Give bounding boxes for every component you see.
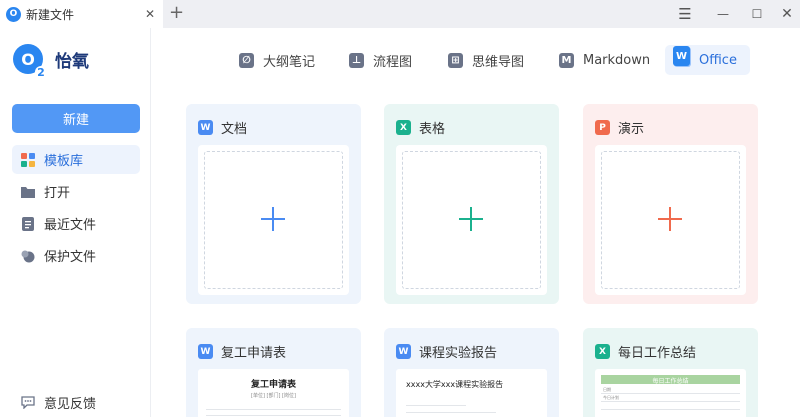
new-slides-card[interactable]: P 演示: [583, 104, 758, 304]
document-tab[interactable]: O 新建文件 ✕: [0, 0, 163, 28]
flowchart-icon: ⊥: [349, 52, 364, 68]
card-label: 表格: [419, 122, 446, 137]
tab-outline-note[interactable]: ∅ 大纲笔记: [231, 45, 323, 75]
mindmap-icon: ⊞: [448, 52, 463, 68]
feedback-label: 意见反馈: [44, 396, 97, 412]
sidebar-item-label: 打开: [44, 186, 71, 201]
minimize-icon[interactable]: —: [714, 5, 732, 23]
sidebar-item-recent[interactable]: 最近文件: [12, 209, 140, 238]
sidebar-item-label: 保护文件: [44, 250, 97, 265]
app-logo-icon: O: [6, 6, 21, 22]
outline-note-icon: ∅: [239, 52, 254, 68]
card-label: 演示: [618, 122, 645, 137]
tab-label: 流程图: [373, 54, 413, 70]
new-doc-area[interactable]: [198, 145, 349, 295]
sidebar-item-protect[interactable]: 保护文件: [12, 241, 140, 270]
powerpoint-icon: P: [595, 120, 610, 135]
plus-icon: [459, 207, 483, 231]
feedback-link[interactable]: 意见反馈: [12, 389, 96, 415]
template-card-lab-report[interactable]: W 课程实验报告 xxxx大学xxx课程实验报告: [384, 328, 559, 417]
tab-markdown[interactable]: M Markdown: [551, 45, 658, 75]
tab-label: 大纲笔记: [263, 54, 316, 70]
template-card-resume-work[interactable]: W 复工申请表 复工申请表 [单位] [部门] [岗位]: [186, 328, 361, 417]
new-button[interactable]: 新建: [12, 104, 140, 133]
template-preview: xxxx大学xxx课程实验报告: [396, 369, 547, 417]
template-icon: [21, 152, 35, 167]
tab-label: Office: [699, 52, 737, 68]
tab-label: 思维导图: [472, 54, 525, 70]
markdown-icon: M: [559, 52, 574, 68]
new-tab-icon[interactable]: +: [169, 3, 184, 23]
card-label: 每日工作总结: [618, 346, 697, 361]
office-icon: W: [673, 46, 690, 66]
tab-office[interactable]: W Office: [665, 45, 750, 75]
sidebar-item-label: 最近文件: [44, 218, 97, 233]
template-preview: 每日工作总结 日期 今日计划: [595, 369, 746, 417]
excel-icon: X: [595, 344, 610, 359]
close-tab-icon[interactable]: ✕: [145, 7, 155, 21]
sidebar-item-templates[interactable]: 模板库: [12, 145, 140, 174]
card-label: 文档: [221, 122, 248, 137]
new-sheet-area[interactable]: [396, 145, 547, 295]
sidebar-item-open[interactable]: 打开: [12, 177, 140, 206]
brand-name: 怡氧: [55, 51, 89, 72]
card-label: 复工申请表: [221, 346, 287, 361]
brand-logo-icon: O 2: [13, 44, 47, 79]
card-label: 课程实验报告: [419, 346, 498, 361]
word-icon: W: [396, 344, 411, 359]
new-doc-card[interactable]: W 文档: [186, 104, 361, 304]
maximize-icon[interactable]: ☐: [748, 5, 766, 23]
tab-title: 新建文件: [26, 7, 75, 22]
new-sheet-card[interactable]: X 表格: [384, 104, 559, 304]
excel-icon: X: [396, 120, 411, 135]
template-preview: 复工申请表 [单位] [部门] [岗位]: [198, 369, 349, 417]
tab-mindmap[interactable]: ⊞ 思维导图: [440, 45, 532, 75]
brand: O 2 怡氧: [13, 44, 89, 79]
sidebar: O 2 怡氧 新建 模板库 打开 最近文件 保护文件 意见反馈: [0, 28, 151, 417]
protect-icon: [21, 249, 35, 263]
title-bar: O 新建文件 ✕ + ☰ — ☐ ✕: [0, 0, 800, 28]
template-card-daily-summary[interactable]: X 每日工作总结 每日工作总结 日期 今日计划: [583, 328, 758, 417]
word-icon: W: [198, 120, 213, 135]
close-window-icon[interactable]: ✕: [778, 5, 796, 23]
new-slides-area[interactable]: [595, 145, 746, 295]
tab-flowchart[interactable]: ⊥ 流程图: [341, 45, 420, 75]
feedback-icon: [21, 395, 35, 409]
recent-file-icon: [21, 216, 35, 231]
plus-icon: [658, 207, 682, 231]
sidebar-item-label: 模板库: [44, 154, 84, 169]
folder-icon: [21, 185, 35, 199]
plus-icon: [261, 207, 285, 231]
word-icon: W: [198, 344, 213, 359]
menu-icon[interactable]: ☰: [676, 5, 694, 23]
tab-label: Markdown: [583, 52, 651, 68]
